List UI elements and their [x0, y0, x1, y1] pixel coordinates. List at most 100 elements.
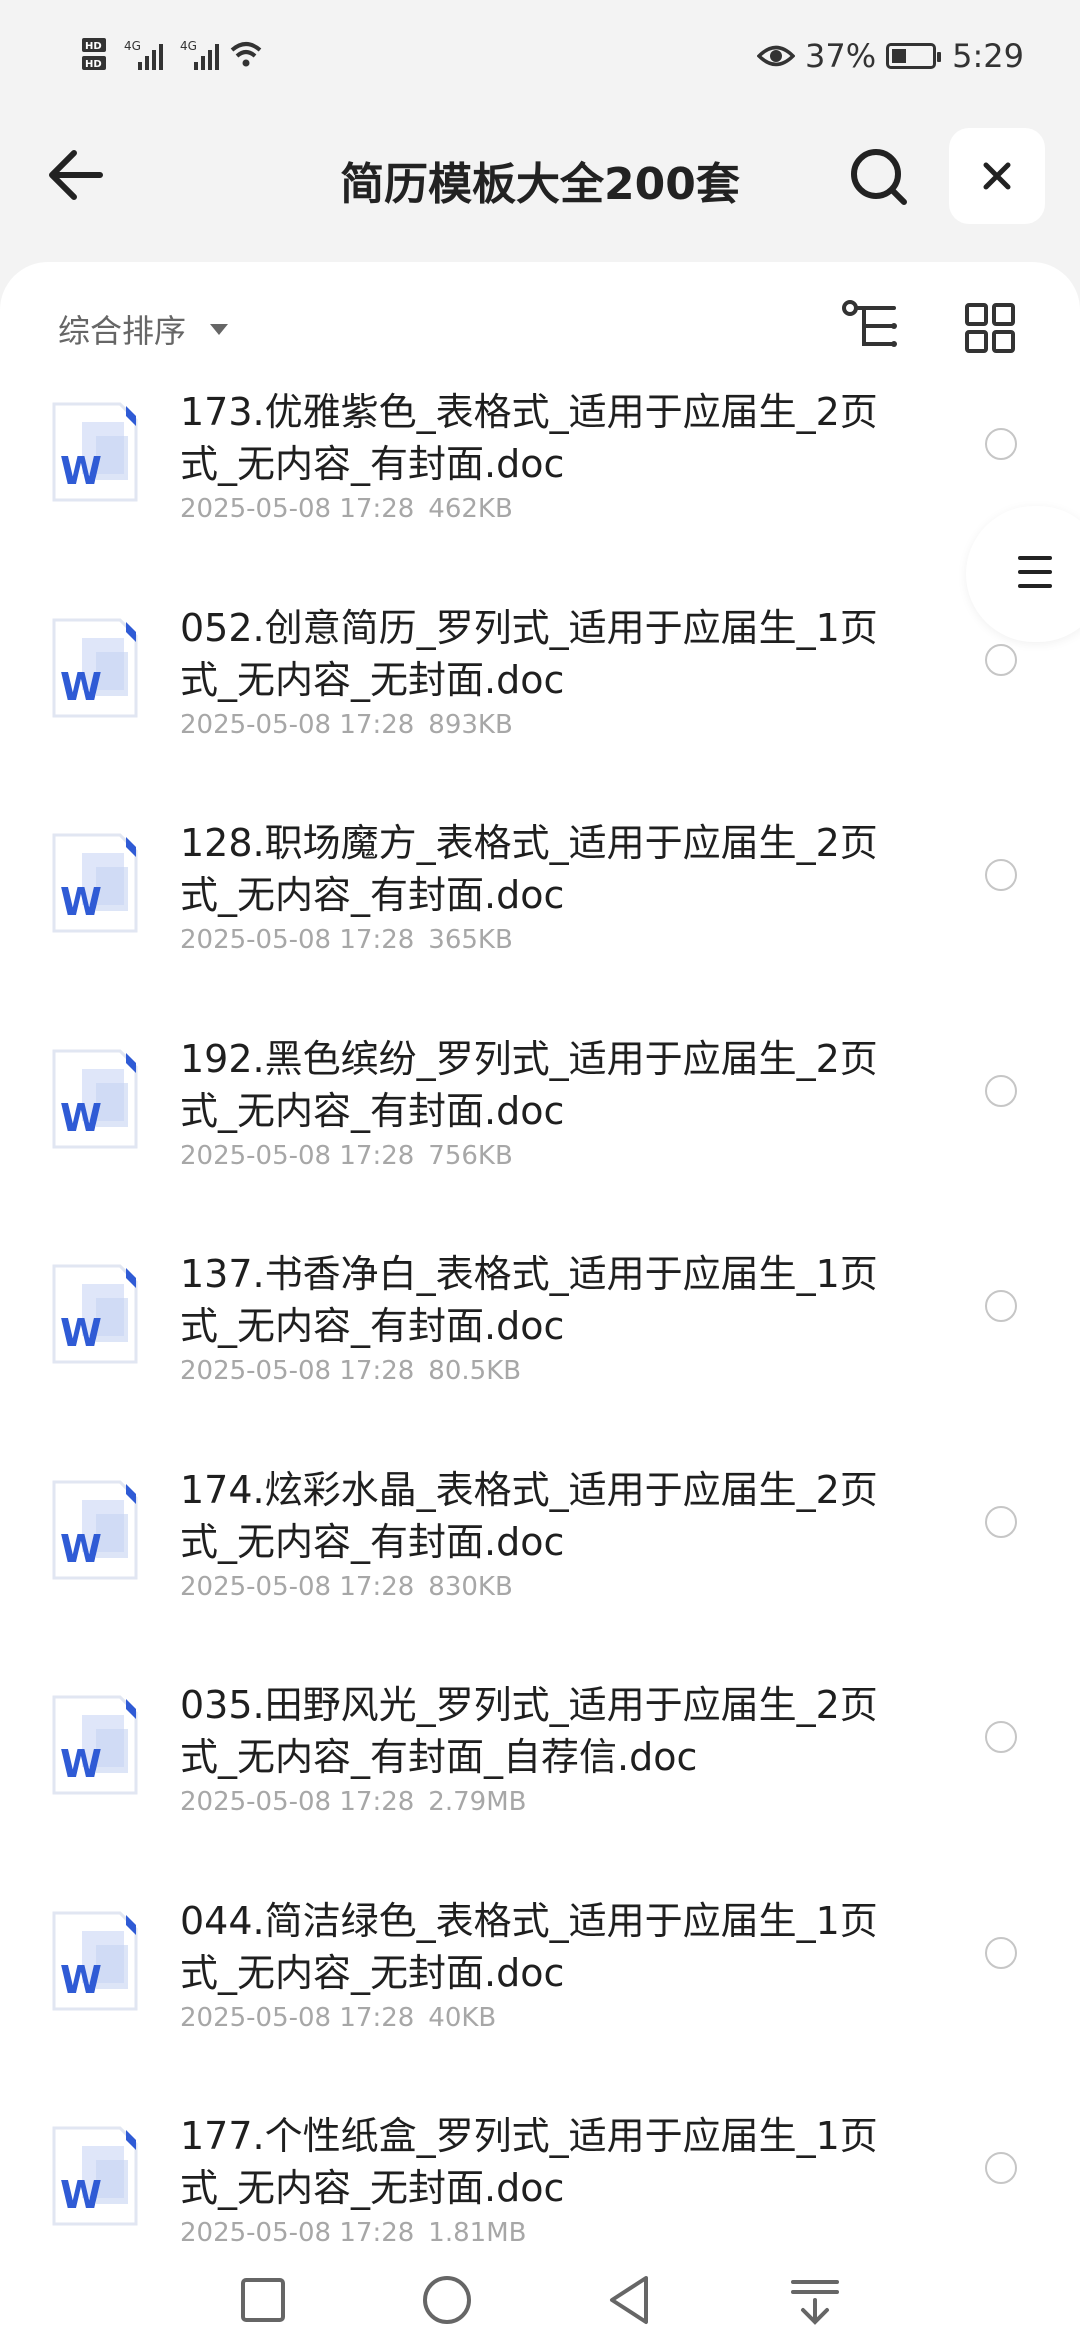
recent-apps-icon[interactable] [233, 2270, 293, 2330]
file-name: 044.简洁绿色_表格式_适用于应届生_1页式_无内容_无封面.doc [180, 1898, 878, 1995]
file-meta: 2025-05-08 17:28 40KB [180, 2003, 496, 2033]
clock: 5:29 [952, 37, 1024, 75]
notification-pull-icon[interactable] [785, 2270, 845, 2330]
file-size: 462KB [428, 494, 513, 524]
file-date: 2025-05-08 17:28 [180, 494, 415, 524]
select-radio[interactable] [985, 1721, 1017, 1753]
word-doc-icon: W [52, 833, 138, 933]
file-date: 2025-05-08 17:28 [180, 2218, 415, 2246]
battery-percent: 37% [805, 37, 877, 75]
file-date: 2025-05-08 17:28 [180, 1356, 415, 1386]
file-row[interactable]: W 173.优雅紫色_表格式_适用于应届生_2页式_无内容_有封面.doc 2025… [0, 386, 1080, 601]
word-doc-icon: W [52, 1480, 138, 1579]
word-doc-icon: W [52, 1695, 138, 1795]
file-name: 128.职场魔方_表格式_适用于应届生_2页式_无内容_有封面.doc [180, 821, 878, 917]
file-icon-letter: W [60, 1096, 102, 1140]
file-icon-letter: W [60, 2173, 102, 2217]
file-meta: 2025-05-08 17:28 2.79MB [180, 1787, 526, 1817]
file-size: 893KB [428, 709, 513, 740]
file-icon-letter: W [60, 1311, 102, 1355]
file-icon-letter: W [60, 1958, 102, 2002]
file-name: 035.田野风光_罗列式_适用于应届生_2页式_无内容_有封面_自荐信.doc [180, 1683, 878, 1779]
select-radio[interactable] [985, 859, 1017, 891]
file-row[interactable]: W 177.个性纸盒_罗列式_适用于应届生_1页式_无内容_无封面.doc 2025… [0, 2110, 1080, 2246]
file-date: 2025-05-08 17:28 [180, 925, 415, 955]
sort-label: 综合排序 [58, 312, 187, 350]
signal-icon: HD HD 4G 4G [82, 38, 262, 70]
file-meta: 2025-05-08 17:28 80.5KB [180, 1356, 521, 1386]
file-date: 2025-05-08 17:28 [180, 2002, 415, 2033]
search-icon[interactable] [842, 144, 918, 210]
close-icon[interactable] [980, 159, 1014, 193]
menu-icon [1018, 556, 1052, 598]
file-meta: 2025-05-08 17:28 893KB [180, 710, 513, 740]
hd-label: HD [85, 59, 102, 70]
status-bar: HD HD 4G 4G 37% 5:29 [0, 0, 1080, 110]
file-date: 2025-05-08 17:28 [180, 1140, 415, 1171]
file-size: 756KB [428, 1140, 513, 1171]
battery-charging-icon [886, 43, 942, 69]
grid-view-icon[interactable] [964, 302, 1016, 354]
back-icon[interactable] [600, 2270, 660, 2330]
sort-dropdown[interactable]: 综合排序 [58, 306, 229, 352]
file-row[interactable]: W 174.炫彩水晶_表格式_适用于应届生_2页式_无内容_有封面.doc 2025… [0, 1464, 1080, 1679]
file-size: 40KB [428, 2002, 497, 2033]
file-meta: 2025-05-08 17:28 830KB [180, 1572, 513, 1602]
file-icon-letter: W [60, 1527, 102, 1571]
select-radio[interactable] [985, 1936, 1017, 1969]
home-icon[interactable] [417, 2270, 477, 2330]
file-name: 174.炫彩水晶_表格式_适用于应届生_2页式_无内容_有封面.doc [180, 1467, 878, 1564]
file-size: 830KB [428, 1571, 513, 1602]
file-size: 365KB [428, 925, 513, 955]
file-name: 137.书香净白_表格式_适用于应届生_1页式_无内容_有封面.doc [180, 1252, 878, 1348]
select-radio[interactable] [985, 1074, 1017, 1107]
file-icon-letter: W [60, 449, 102, 493]
file-date: 2025-05-08 17:28 [180, 709, 415, 740]
title-bar: 简历模板大全200套 [0, 120, 1080, 230]
file-row[interactable]: W 044.简洁绿色_表格式_适用于应届生_1页式_无内容_无封面.doc 2025… [0, 1895, 1080, 2110]
word-doc-icon: W [52, 1049, 138, 1148]
file-size: 1.81MB [428, 2218, 527, 2246]
page-title: 简历模板大全200套 [340, 159, 740, 210]
system-nav-bar [0, 2250, 1080, 2351]
file-list-panel: 综合排序 W 173.优雅紫色_表格式_适用于应届生_2页式_无内容_有封面.do… [0, 262, 1080, 2262]
select-radio[interactable] [985, 428, 1017, 460]
file-row[interactable]: W 052.创意简历_罗列式_适用于应届生_1页式_无内容_无封面.doc 2025… [0, 602, 1080, 817]
network-label: 4G [180, 39, 197, 53]
file-meta: 2025-05-08 17:28 462KB [180, 494, 513, 524]
file-icon-letter: W [60, 880, 102, 924]
word-doc-icon: W [52, 1911, 138, 2010]
select-radio[interactable] [985, 643, 1017, 676]
file-row[interactable]: W 035.田野风光_罗列式_适用于应届生_2页式_无内容_有封面_自荐信.doc… [0, 1679, 1080, 1894]
close-button[interactable] [949, 128, 1045, 224]
file-size: 2.79MB [428, 1787, 527, 1817]
file-meta: 2025-05-08 17:28 365KB [180, 925, 513, 955]
tree-view-icon[interactable] [842, 298, 902, 354]
file-date: 2025-05-08 17:28 [180, 1787, 415, 1817]
word-doc-icon: W [52, 618, 138, 717]
word-doc-icon: W [52, 1264, 138, 1364]
file-name: 052.创意简历_罗列式_适用于应届生_1页式_无内容_无封面.doc [180, 605, 878, 702]
word-doc-icon: W [52, 402, 138, 502]
file-size: 80.5KB [428, 1356, 522, 1386]
file-name: 192.黑色缤纷_罗列式_适用于应届生_2页式_无内容_有封面.doc [180, 1036, 878, 1133]
file-row[interactable]: W 137.书香净白_表格式_适用于应届生_1页式_无内容_有封面.doc 2025… [0, 1248, 1080, 1463]
file-icon-letter: W [60, 665, 102, 709]
file-row[interactable]: W 128.职场魔方_表格式_适用于应届生_2页式_无内容_有封面.doc 2025… [0, 817, 1080, 1032]
file-name: 177.个性纸盒_罗列式_适用于应届生_1页式_无内容_无封面.doc [180, 2114, 878, 2210]
file-row[interactable]: W 192.黑色缤纷_罗列式_适用于应届生_2页式_无内容_有封面.doc 2025… [0, 1033, 1080, 1248]
select-radio[interactable] [985, 1290, 1017, 1322]
file-icon-letter: W [60, 1742, 102, 1786]
word-doc-icon: W [52, 2126, 138, 2226]
select-radio[interactable] [985, 1505, 1017, 1538]
file-meta: 2025-05-08 17:28 1.81MB [180, 2218, 526, 2246]
network-label: 4G [124, 39, 141, 53]
hd-label: HD [85, 41, 102, 52]
eye-icon [757, 45, 796, 67]
select-radio[interactable] [985, 2152, 1017, 2184]
file-name: 173.优雅紫色_表格式_适用于应届生_2页式_无内容_有封面.doc [180, 390, 878, 486]
caret-down-icon [210, 323, 229, 335]
file-date: 2025-05-08 17:28 [180, 1571, 415, 1602]
file-list: W 173.优雅紫色_表格式_适用于应届生_2页式_无内容_有封面.doc 2025… [0, 386, 1080, 2246]
file-meta: 2025-05-08 17:28 756KB [180, 1141, 513, 1171]
